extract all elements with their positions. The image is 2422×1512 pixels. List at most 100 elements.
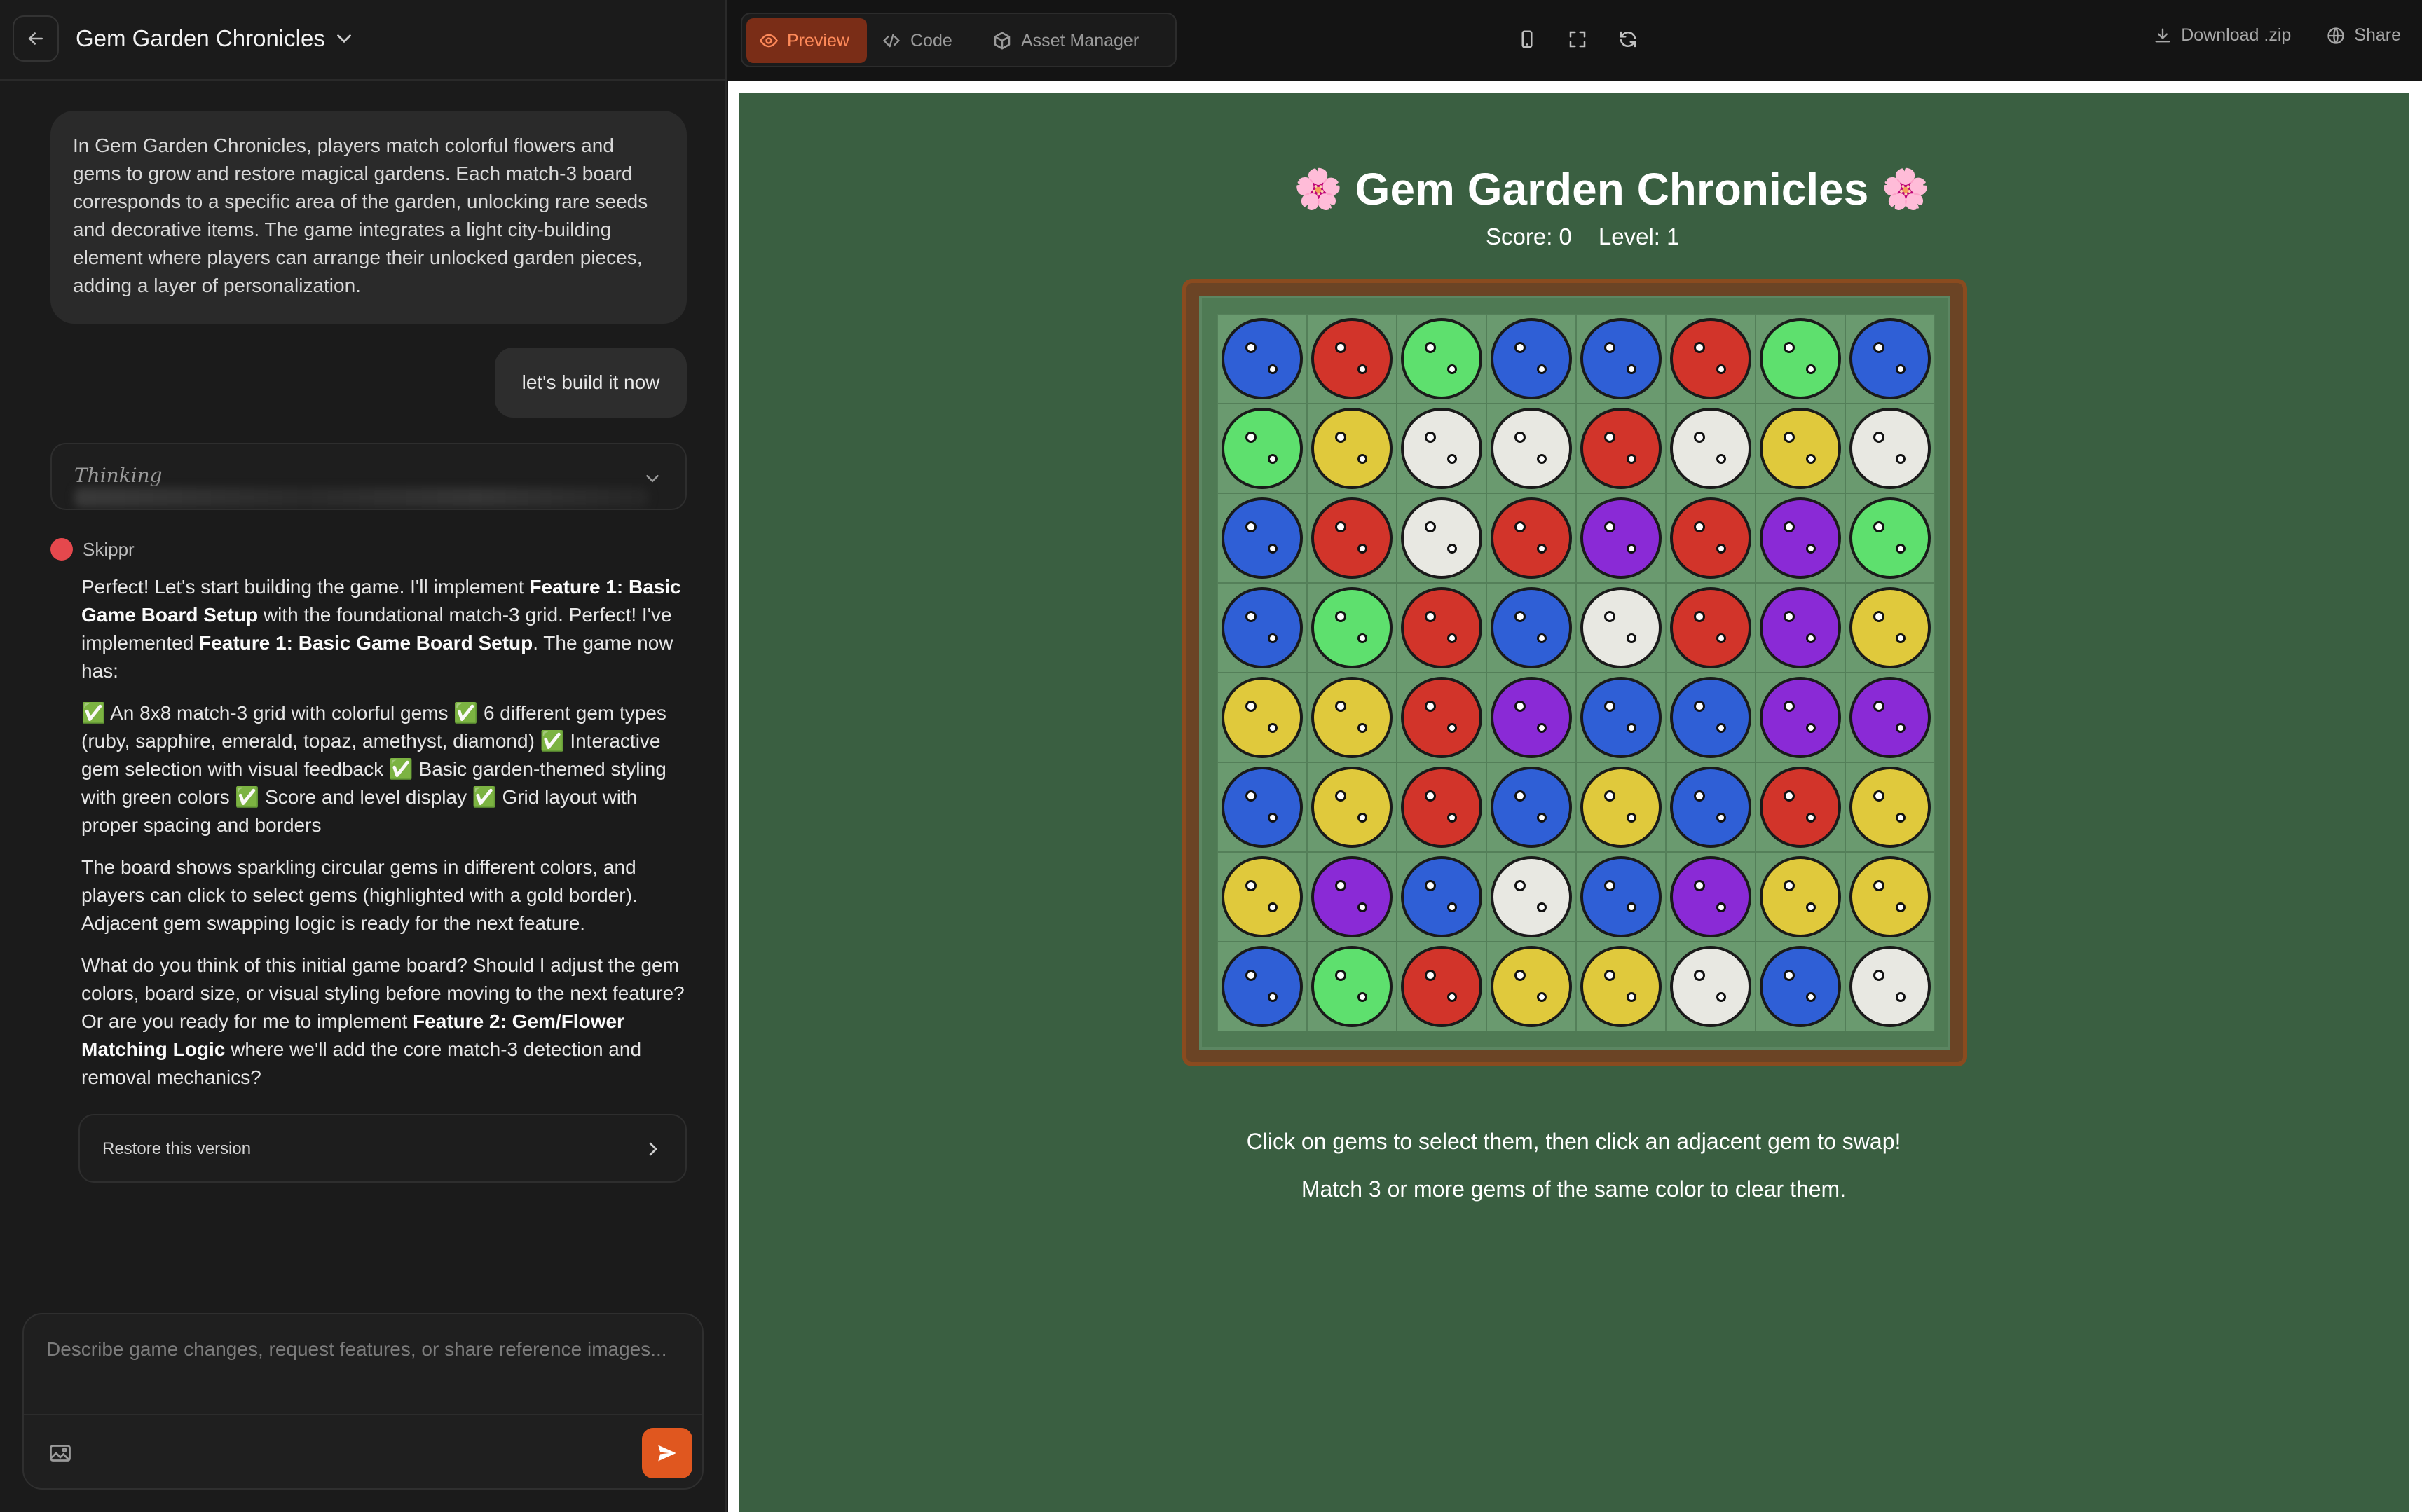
grid-cell[interactable] (1397, 762, 1486, 852)
refresh-button[interactable] (1614, 25, 1642, 53)
gem[interactable] (1222, 318, 1303, 399)
gem[interactable] (1311, 856, 1393, 937)
gem[interactable] (1222, 677, 1303, 758)
grid-cell[interactable] (1845, 673, 1935, 762)
grid-cell[interactable] (1576, 493, 1666, 583)
grid-cell[interactable] (1576, 942, 1666, 1031)
grid-cell[interactable] (1756, 493, 1845, 583)
grid-cell[interactable] (1307, 673, 1397, 762)
grid-cell[interactable] (1576, 673, 1666, 762)
grid-cell[interactable] (1666, 314, 1756, 404)
grid-cell[interactable] (1576, 762, 1666, 852)
grid-cell[interactable] (1845, 942, 1935, 1031)
grid-cell[interactable] (1217, 852, 1307, 942)
grid-cell[interactable] (1307, 493, 1397, 583)
gem[interactable] (1491, 318, 1572, 399)
grid-cell[interactable] (1576, 404, 1666, 493)
grid-cell[interactable] (1397, 942, 1486, 1031)
gem[interactable] (1401, 767, 1482, 848)
gem[interactable] (1222, 497, 1303, 579)
back-button[interactable] (13, 15, 59, 62)
gem[interactable] (1401, 497, 1482, 579)
gem[interactable] (1760, 946, 1841, 1027)
message-input[interactable] (24, 1314, 702, 1415)
gem[interactable] (1849, 408, 1931, 489)
gem[interactable] (1401, 587, 1482, 668)
grid-cell[interactable] (1486, 762, 1576, 852)
gem[interactable] (1849, 856, 1931, 937)
grid-cell[interactable] (1217, 314, 1307, 404)
gem[interactable] (1580, 677, 1662, 758)
gem[interactable] (1760, 408, 1841, 489)
restore-version-button[interactable]: Restore this version (78, 1114, 687, 1183)
gem[interactable] (1491, 408, 1572, 489)
project-title[interactable]: Gem Garden Chronicles (76, 25, 325, 52)
download-zip-button[interactable]: Download .zip (2153, 25, 2291, 46)
gem[interactable] (1670, 587, 1751, 668)
grid-cell[interactable] (1307, 762, 1397, 852)
thinking-panel[interactable]: Thinking (50, 443, 687, 510)
gem[interactable] (1670, 856, 1751, 937)
grid-cell[interactable] (1576, 583, 1666, 673)
gem[interactable] (1491, 856, 1572, 937)
grid-cell[interactable] (1486, 493, 1576, 583)
grid-cell[interactable] (1217, 583, 1307, 673)
gem[interactable] (1760, 497, 1841, 579)
grid-cell[interactable] (1486, 852, 1576, 942)
grid-cell[interactable] (1756, 673, 1845, 762)
gem[interactable] (1401, 946, 1482, 1027)
gem[interactable] (1849, 497, 1931, 579)
grid-cell[interactable] (1217, 942, 1307, 1031)
gem[interactable] (1580, 946, 1662, 1027)
grid-cell[interactable] (1845, 404, 1935, 493)
chevron-down-icon[interactable] (332, 27, 356, 50)
gem[interactable] (1580, 408, 1662, 489)
gem[interactable] (1311, 318, 1393, 399)
grid-cell[interactable] (1845, 583, 1935, 673)
gem[interactable] (1760, 856, 1841, 937)
gem[interactable] (1491, 497, 1572, 579)
grid-cell[interactable] (1397, 314, 1486, 404)
tab-code[interactable]: Code (881, 18, 979, 63)
grid-cell[interactable] (1756, 852, 1845, 942)
gem[interactable] (1580, 318, 1662, 399)
grid-cell[interactable] (1217, 404, 1307, 493)
send-button[interactable] (642, 1428, 692, 1478)
grid-cell[interactable] (1486, 673, 1576, 762)
grid-cell[interactable] (1756, 404, 1845, 493)
grid-cell[interactable] (1486, 314, 1576, 404)
grid-cell[interactable] (1756, 942, 1845, 1031)
gem[interactable] (1311, 946, 1393, 1027)
grid-cell[interactable] (1307, 942, 1397, 1031)
grid-cell[interactable] (1217, 493, 1307, 583)
grid-cell[interactable] (1576, 314, 1666, 404)
gem[interactable] (1311, 587, 1393, 668)
grid-cell[interactable] (1486, 404, 1576, 493)
gem[interactable] (1222, 408, 1303, 489)
gem[interactable] (1491, 587, 1572, 668)
grid-cell[interactable] (1307, 852, 1397, 942)
grid-cell[interactable] (1307, 314, 1397, 404)
gem[interactable] (1401, 856, 1482, 937)
grid-cell[interactable] (1666, 942, 1756, 1031)
gem[interactable] (1222, 856, 1303, 937)
grid-cell[interactable] (1845, 762, 1935, 852)
gem[interactable] (1491, 946, 1572, 1027)
gem[interactable] (1670, 318, 1751, 399)
grid-cell[interactable] (1217, 762, 1307, 852)
tab-asset-manager[interactable]: Asset Manager (992, 18, 1174, 63)
grid-cell[interactable] (1845, 852, 1935, 942)
grid-cell[interactable] (1397, 493, 1486, 583)
grid-cell[interactable] (1845, 493, 1935, 583)
chevron-down-icon[interactable] (642, 468, 663, 489)
gem[interactable] (1760, 677, 1841, 758)
grid-cell[interactable] (1576, 852, 1666, 942)
grid-cell[interactable] (1666, 404, 1756, 493)
mobile-view-button[interactable] (1513, 25, 1541, 53)
gem[interactable] (1760, 318, 1841, 399)
gem[interactable] (1401, 408, 1482, 489)
grid-cell[interactable] (1756, 314, 1845, 404)
gem[interactable] (1760, 767, 1841, 848)
gem[interactable] (1311, 408, 1393, 489)
fullscreen-button[interactable] (1564, 25, 1592, 53)
